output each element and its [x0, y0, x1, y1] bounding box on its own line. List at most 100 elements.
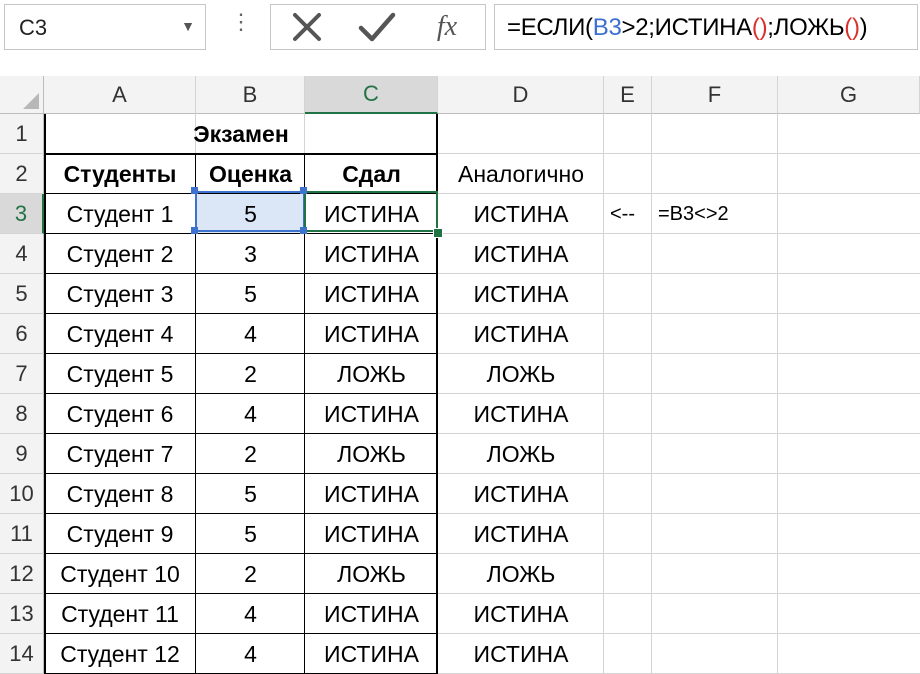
cell-grade[interactable]: 5 — [196, 274, 305, 314]
column-header-a[interactable]: A — [44, 76, 196, 114]
cell-grade[interactable]: 2 — [196, 554, 305, 594]
cell-similar[interactable]: ЛОЖЬ — [438, 554, 604, 594]
cell-student[interactable]: Студент 12 — [44, 634, 196, 674]
row-header[interactable]: 10 — [0, 474, 44, 514]
formula-part: >2;ИСТИНА — [621, 14, 753, 41]
range-handle[interactable] — [300, 187, 307, 194]
header-similar[interactable]: Аналогично — [438, 154, 604, 194]
cell-student[interactable]: Студент 4 — [44, 314, 196, 354]
cell-similar[interactable]: ЛОЖЬ — [438, 434, 604, 474]
formula-cell-reference: B3 — [592, 14, 622, 41]
column-header-e[interactable]: E — [604, 76, 652, 114]
cell-grade[interactable]: 4 — [196, 394, 305, 434]
column-header-f[interactable]: F — [652, 76, 778, 114]
formula-parentheses: () — [751, 14, 768, 41]
row-header[interactable]: 12 — [0, 554, 44, 594]
row-header[interactable]: 2 — [0, 154, 44, 194]
cell-student[interactable]: Студент 8 — [44, 474, 196, 514]
formula-input[interactable]: =ЕСЛИ(B3>2;ИСТИНА();ЛОЖЬ()) — [494, 4, 918, 50]
cell-student[interactable]: Студент 5 — [44, 354, 196, 394]
active-cell-c3 — [304, 191, 438, 232]
cell-grade[interactable]: 4 — [196, 594, 305, 634]
cell-passed[interactable]: ИСТИНА — [305, 514, 438, 554]
cell-passed[interactable]: ИСТИНА — [305, 394, 438, 434]
column-header-g[interactable]: G — [778, 76, 920, 114]
cell-student[interactable]: Студент 6 — [44, 394, 196, 434]
header-grade[interactable]: Оценка — [196, 154, 305, 194]
cell-grade[interactable]: 3 — [196, 234, 305, 274]
cancel-button[interactable] — [277, 5, 337, 49]
row-header[interactable]: 11 — [0, 514, 44, 554]
cell-similar[interactable]: ИСТИНА — [438, 274, 604, 314]
row-header[interactable]: 5 — [0, 274, 44, 314]
cell-grade[interactable]: 4 — [196, 314, 305, 354]
cell-similar[interactable]: ИСТИНА — [438, 194, 604, 234]
cell-student[interactable]: Студент 11 — [44, 594, 196, 634]
cell-student[interactable]: Студент 1 — [44, 194, 196, 234]
cell-passed[interactable]: ИСТИНА — [305, 594, 438, 634]
cell-student[interactable]: Студент 7 — [44, 434, 196, 474]
cell-similar[interactable]: ИСТИНА — [438, 474, 604, 514]
cell-grade[interactable]: 5 — [196, 474, 305, 514]
table-title[interactable]: Экзамен — [44, 114, 438, 154]
row-header[interactable]: 8 — [0, 394, 44, 434]
chevron-down-icon[interactable]: ▼ — [181, 18, 195, 34]
header-students[interactable]: Студенты — [44, 154, 196, 194]
arrow-note[interactable]: <-- — [604, 194, 652, 234]
fill-handle[interactable] — [433, 228, 443, 238]
header-passed[interactable]: Сдал — [305, 154, 438, 194]
row-header[interactable]: 1 — [0, 114, 44, 154]
cell-passed[interactable]: ИСТИНА — [305, 634, 438, 674]
range-handle[interactable] — [300, 227, 307, 234]
cell-passed[interactable]: ЛОЖЬ — [305, 554, 438, 594]
checkmark-icon — [358, 12, 396, 42]
row-header[interactable]: 3 — [0, 194, 44, 234]
cell-grade[interactable]: 5 — [196, 514, 305, 554]
cell-grade[interactable]: 4 — [196, 634, 305, 674]
formula-text: =ЕСЛИ(B3>2;ИСТИНА();ЛОЖЬ()) — [507, 14, 868, 42]
enter-button[interactable] — [347, 5, 407, 49]
formula-part: ) — [859, 14, 868, 41]
row-header[interactable]: 6 — [0, 314, 44, 354]
cell-similar[interactable]: ИСТИНА — [438, 394, 604, 434]
worksheet-grid[interactable]: A B C D E F G Экзамен Студенты Оценка Сд… — [0, 76, 920, 674]
column-header-b[interactable]: B — [196, 76, 305, 114]
range-handle[interactable] — [191, 187, 198, 194]
cell-passed[interactable]: ИСТИНА — [305, 234, 438, 274]
fx-icon: fx — [436, 11, 458, 42]
cell-passed[interactable]: ЛОЖЬ — [305, 354, 438, 394]
row-header[interactable]: 14 — [0, 634, 44, 674]
x-icon — [293, 13, 321, 41]
name-box[interactable]: C3 ▼ — [4, 4, 206, 50]
cell-similar[interactable]: ИСТИНА — [438, 634, 604, 674]
row-header[interactable]: 9 — [0, 434, 44, 474]
cell-passed[interactable]: ИСТИНА — [305, 474, 438, 514]
column-header-c[interactable]: C — [305, 76, 438, 114]
formula-parentheses: () — [844, 14, 860, 41]
range-handle[interactable] — [191, 227, 198, 234]
cell-similar[interactable]: ИСТИНА — [438, 234, 604, 274]
formula-note[interactable]: =B3<>2 — [652, 194, 778, 234]
cell-similar[interactable]: ИСТИНА — [438, 594, 604, 634]
row-header[interactable]: 13 — [0, 594, 44, 634]
cell-student[interactable]: Студент 9 — [44, 514, 196, 554]
cell-passed[interactable]: ИСТИНА — [305, 314, 438, 354]
cell-similar[interactable]: ИСТИНА — [438, 514, 604, 554]
cell-student[interactable]: Студент 3 — [44, 274, 196, 314]
cell-grade[interactable]: 2 — [196, 434, 305, 474]
select-all-corner[interactable] — [0, 76, 44, 114]
formula-bar: C3 ▼ ⋮ fx =ЕСЛИ(B3>2;ИСТИНА();ЛОЖЬ()) — [0, 0, 920, 60]
vertical-dots-icon[interactable]: ⋮ — [230, 11, 252, 33]
row-header[interactable]: 7 — [0, 354, 44, 394]
cell-student[interactable]: Студент 2 — [44, 234, 196, 274]
cell-passed[interactable]: ИСТИНА — [305, 274, 438, 314]
row-header[interactable]: 4 — [0, 234, 44, 274]
formula-part: ;ЛОЖЬ — [767, 14, 845, 41]
insert-function-button[interactable]: fx — [417, 5, 477, 49]
cell-grade[interactable]: 2 — [196, 354, 305, 394]
cell-similar[interactable]: ИСТИНА — [438, 314, 604, 354]
cell-passed[interactable]: ЛОЖЬ — [305, 434, 438, 474]
column-header-d[interactable]: D — [438, 76, 604, 114]
cell-similar[interactable]: ЛОЖЬ — [438, 354, 604, 394]
cell-student[interactable]: Студент 10 — [44, 554, 196, 594]
